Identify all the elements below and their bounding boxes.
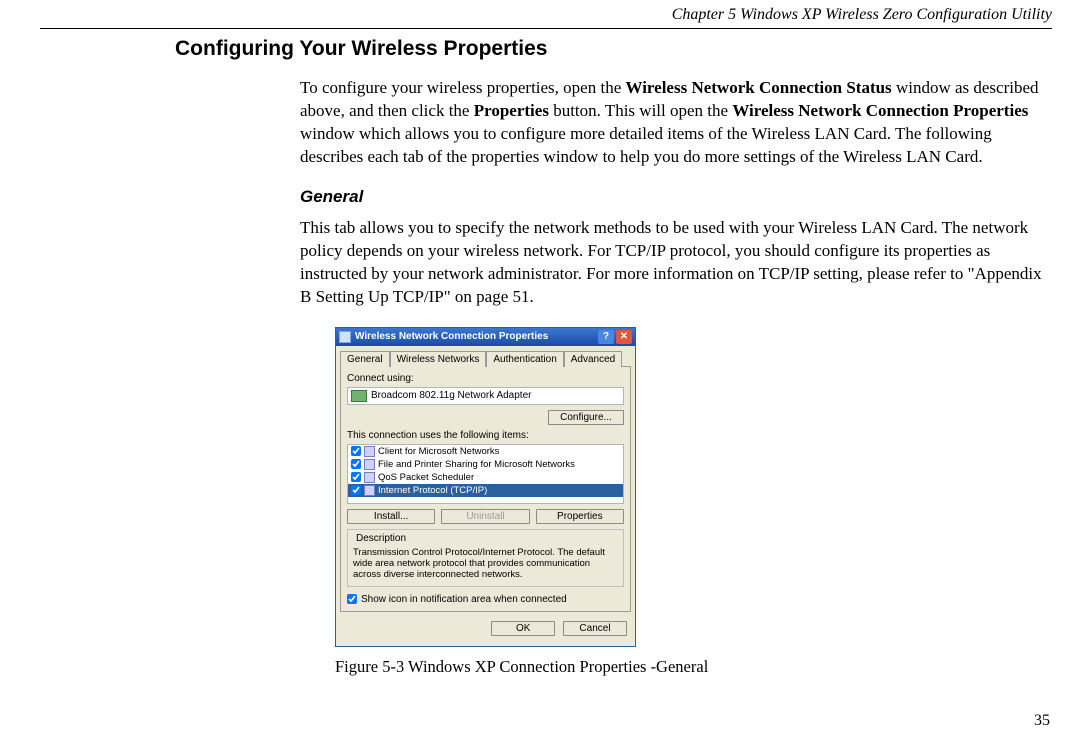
component-icon — [364, 485, 375, 496]
item-checkbox[interactable] — [351, 459, 361, 469]
list-item[interactable]: QoS Packet Scheduler — [348, 471, 623, 484]
install-button[interactable]: Install... — [347, 509, 435, 524]
intro-paragraph: To configure your wireless properties, o… — [300, 77, 1050, 169]
properties-dialog: Wireless Network Connection Properties ?… — [335, 327, 636, 647]
adapter-field[interactable]: Broadcom 802.11g Network Adapter — [347, 387, 624, 405]
header-rule — [40, 28, 1052, 29]
tab-authentication[interactable]: Authentication — [486, 351, 563, 367]
list-item-selected[interactable]: Internet Protocol (TCP/IP) — [348, 484, 623, 497]
tab-wireless-networks[interactable]: Wireless Networks — [390, 351, 487, 367]
list-item[interactable]: Client for Microsoft Networks — [348, 445, 623, 458]
window-title: Wireless Network Connection Properties — [355, 331, 596, 342]
text: To configure your wireless properties, o… — [300, 78, 626, 97]
show-icon-label: Show icon in notification area when conn… — [361, 594, 567, 605]
properties-button[interactable]: Properties — [536, 509, 624, 524]
section-heading: Configuring Your Wireless Properties — [175, 37, 1092, 61]
page-number: 35 — [1034, 712, 1050, 730]
component-icon — [364, 459, 375, 470]
dialog-screenshot: Wireless Network Connection Properties ?… — [335, 327, 1092, 647]
page-header: Chapter 5 Windows XP Wireless Zero Confi… — [0, 0, 1092, 26]
item-label: QoS Packet Scheduler — [378, 472, 474, 483]
tab-strip: General Wireless Networks Authentication… — [340, 350, 631, 366]
dialog-footer: OK Cancel — [336, 616, 635, 646]
items-label: This connection uses the following items… — [347, 430, 624, 441]
tab-advanced[interactable]: Advanced — [564, 351, 622, 367]
items-listbox[interactable]: Client for Microsoft Networks File and P… — [347, 444, 624, 504]
uninstall-button: Uninstall — [441, 509, 529, 524]
close-icon: ✕ — [620, 331, 628, 342]
figure-caption: Figure 5-3 Windows XP Connection Propert… — [335, 657, 1092, 677]
description-text: Transmission Control Protocol/Internet P… — [353, 544, 618, 581]
tab-panel-general: Connect using: Broadcom 802.11g Network … — [340, 366, 631, 612]
item-checkbox[interactable] — [351, 472, 361, 482]
ok-button[interactable]: OK — [491, 621, 555, 636]
close-button[interactable]: ✕ — [616, 330, 632, 344]
item-label: Client for Microsoft Networks — [378, 446, 499, 457]
connect-using-label: Connect using: — [347, 373, 624, 384]
configure-button[interactable]: Configure... — [548, 410, 624, 425]
cancel-button[interactable]: Cancel — [563, 621, 627, 636]
subsection-heading: General — [300, 187, 1092, 207]
description-legend: Description — [353, 533, 409, 544]
item-label: File and Printer Sharing for Microsoft N… — [378, 459, 575, 470]
component-icon — [364, 472, 375, 483]
text: button. This will open the — [549, 101, 732, 120]
network-icon — [339, 331, 351, 343]
item-checkbox[interactable] — [351, 485, 361, 495]
item-label: Internet Protocol (TCP/IP) — [378, 485, 487, 496]
titlebar[interactable]: Wireless Network Connection Properties ?… — [336, 328, 635, 346]
text: window which allows you to configure mor… — [300, 124, 992, 166]
item-checkbox[interactable] — [351, 446, 361, 456]
list-item[interactable]: File and Printer Sharing for Microsoft N… — [348, 458, 623, 471]
bold-text: Wireless Network Connection Properties — [732, 101, 1028, 120]
component-icon — [364, 446, 375, 457]
show-icon-checkbox[interactable] — [347, 594, 357, 604]
tab-general[interactable]: General — [340, 351, 390, 367]
help-button[interactable]: ? — [598, 330, 614, 344]
adapter-icon — [351, 390, 367, 402]
adapter-name: Broadcom 802.11g Network Adapter — [371, 390, 531, 401]
bold-text: Wireless Network Connection Status — [626, 78, 892, 97]
general-paragraph: This tab allows you to specify the netwo… — [300, 217, 1050, 309]
description-group: Description Transmission Control Protoco… — [347, 529, 624, 587]
show-icon-row[interactable]: Show icon in notification area when conn… — [347, 594, 624, 605]
bold-text: Properties — [474, 101, 549, 120]
